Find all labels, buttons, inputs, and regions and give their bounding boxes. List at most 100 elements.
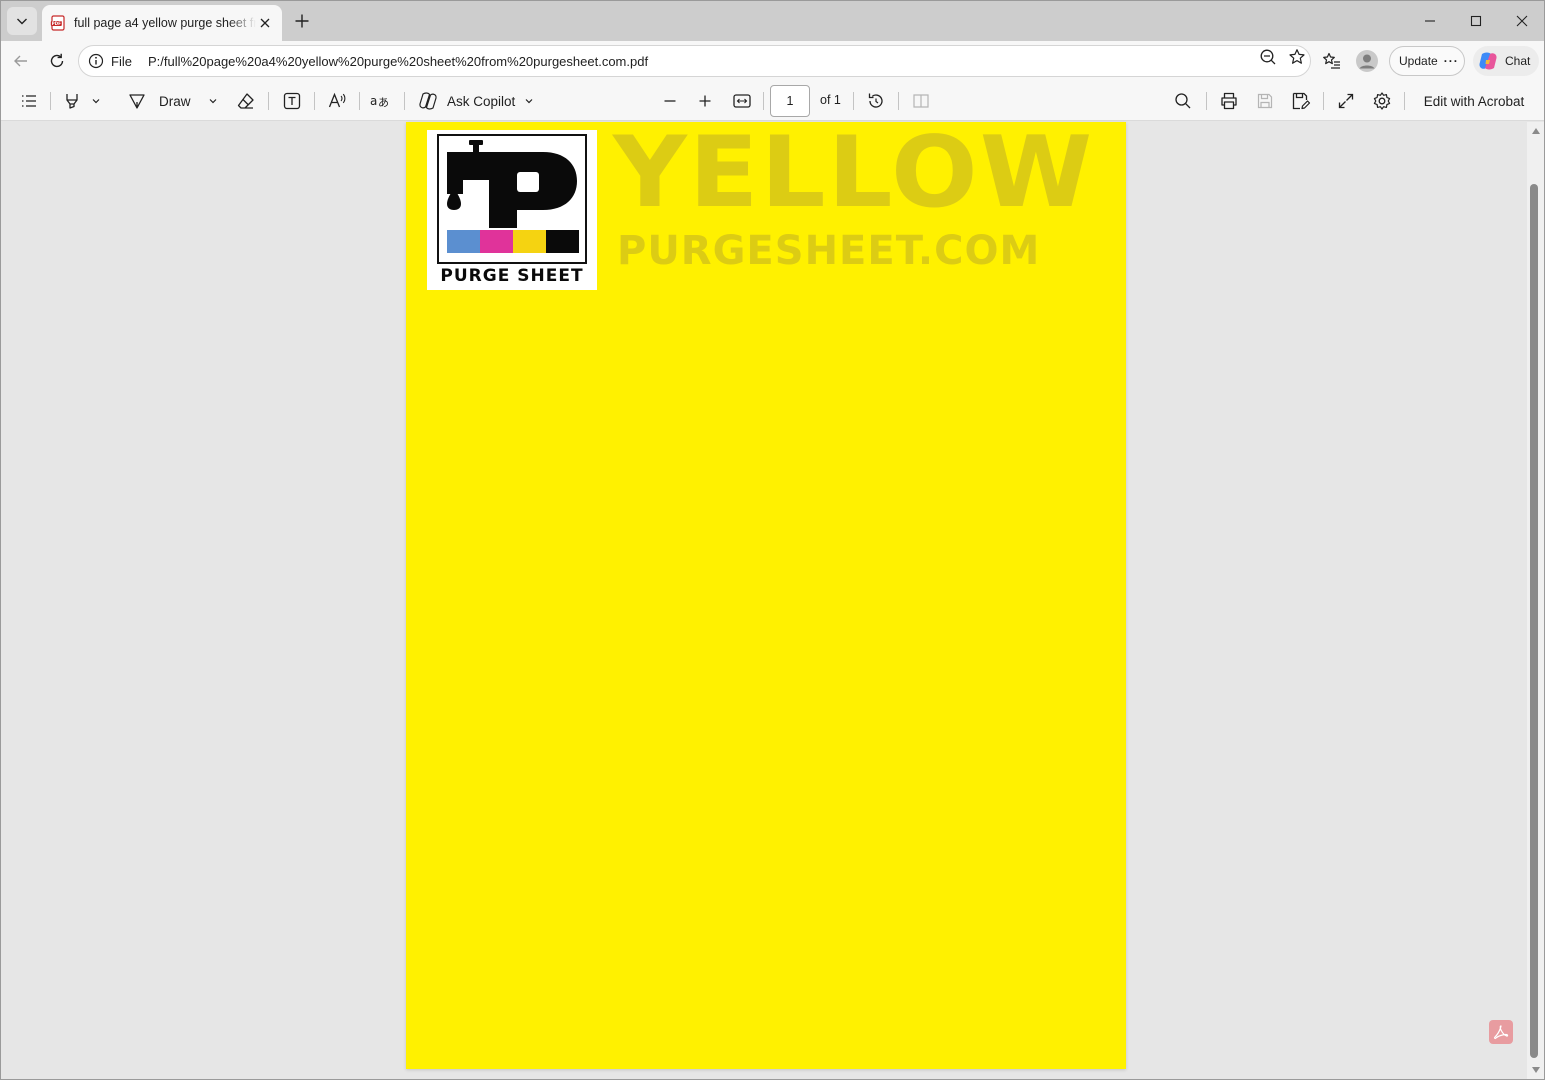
printer-icon	[1221, 92, 1237, 110]
translate-icon: aあ	[370, 94, 389, 109]
faucet-p-logo-icon	[447, 140, 579, 253]
navigation-bar: File P:/full%20page%20a4%20yellow%20purg…	[1, 41, 1544, 81]
plus-icon	[295, 14, 309, 28]
scrollbar-thumb[interactable]	[1530, 184, 1538, 1058]
zoom-out-button[interactable]	[658, 89, 682, 113]
scroll-down-button[interactable]	[1527, 1063, 1544, 1077]
expand-icon	[1338, 93, 1354, 109]
refresh-button[interactable]	[43, 47, 71, 75]
update-button[interactable]: Update ···	[1389, 46, 1465, 76]
page-view-button	[909, 89, 933, 113]
url-scheme: File	[111, 53, 132, 69]
print-button[interactable]	[1217, 89, 1241, 113]
maximize-button[interactable]	[1453, 7, 1499, 35]
save-button	[1253, 89, 1277, 113]
translate-button[interactable]: aあ	[369, 89, 393, 113]
toolbar-separator	[1323, 92, 1324, 110]
url-text[interactable]: P:/full%20page%20a4%20yellow%20purge%20s…	[148, 54, 648, 69]
ask-copilot-button[interactable]: Ask Copilot	[417, 89, 541, 113]
find-button[interactable]	[1171, 89, 1195, 113]
star-icon	[1289, 49, 1305, 64]
svg-text:PDF: PDF	[52, 21, 62, 26]
favorites-list-icon	[1323, 52, 1340, 69]
full-screen-button[interactable]	[1334, 89, 1358, 113]
erase-button[interactable]	[234, 89, 258, 113]
logo-text: PURGE SHEET	[440, 266, 584, 286]
minimize-icon	[1425, 20, 1435, 22]
purge-sheet-logo: PURGE SHEET	[427, 130, 597, 290]
fit-to-width-button[interactable]	[729, 89, 755, 113]
zoom-out-indicator[interactable]	[1255, 47, 1281, 67]
draw-button[interactable]: Draw	[127, 89, 223, 113]
edit-with-acrobat-button[interactable]: Edit with Acrobat	[1415, 89, 1533, 113]
toolbar-separator	[1404, 92, 1405, 110]
vertical-scrollbar[interactable]	[1527, 122, 1544, 1079]
copilot-chat-button[interactable]: Chat	[1473, 46, 1539, 76]
chevron-down-icon	[209, 99, 216, 104]
swatch-black	[546, 230, 579, 253]
chat-label: Chat	[1505, 54, 1531, 68]
triangle-down-icon	[1532, 1067, 1540, 1073]
new-tab-button[interactable]	[289, 9, 315, 33]
copilot-outline-icon	[419, 92, 437, 110]
read-aloud-icon	[328, 92, 346, 108]
page-number-input[interactable]: 1	[770, 85, 810, 117]
chevron-down-icon	[92, 99, 100, 104]
two-page-view-icon	[913, 94, 929, 108]
toolbar-separator	[268, 92, 269, 110]
refresh-icon	[50, 53, 64, 68]
read-aloud-button[interactable]	[325, 89, 349, 113]
toolbar-separator	[50, 92, 51, 110]
toolbar-separator	[404, 92, 405, 110]
contents-button[interactable]	[17, 89, 41, 113]
minimize-button[interactable]	[1407, 7, 1453, 35]
scroll-up-button[interactable]	[1527, 124, 1544, 138]
swatch-cyan	[447, 230, 480, 253]
add-text-button[interactable]	[280, 89, 304, 113]
rotate-button[interactable]	[864, 89, 888, 113]
favorites-button[interactable]	[1318, 47, 1346, 75]
table-of-contents-icon	[22, 95, 36, 107]
more-icon: ···	[1443, 54, 1459, 68]
draw-label: Draw	[159, 93, 191, 109]
tab-close-button[interactable]	[256, 14, 274, 32]
pdf-toolbar: Draw aあ Ask Copilot 1 of 1 Edit with Acr…	[1, 81, 1544, 121]
chevron-down-icon	[17, 18, 27, 25]
acrobat-button[interactable]	[1489, 1020, 1513, 1044]
save-icon	[1257, 93, 1273, 109]
gear-icon	[1373, 92, 1391, 110]
swatch-yellow	[513, 230, 546, 253]
toolbar-separator	[314, 92, 315, 110]
maximize-icon	[1470, 15, 1482, 27]
add-favorite-button[interactable]	[1284, 47, 1310, 67]
triangle-up-icon	[1532, 128, 1540, 134]
pdf-viewer[interactable]: PURGE SHEET YELLOW PURGESHEET.COM	[1, 122, 1527, 1079]
update-label: Update	[1399, 54, 1438, 68]
tab-active[interactable]: PDF full page a4 yellow purge sheet from…	[42, 5, 282, 41]
zoom-in-button[interactable]	[693, 89, 717, 113]
close-icon	[1516, 15, 1528, 27]
fit-width-icon	[733, 94, 751, 108]
toolbar-separator	[898, 92, 899, 110]
watermark-title: YELLOW	[613, 122, 1095, 230]
swatch-magenta	[480, 230, 513, 253]
acrobat-icon	[1493, 1025, 1509, 1040]
ask-copilot-label: Ask Copilot	[447, 93, 516, 109]
rotate-icon	[868, 93, 883, 108]
tab-actions-menu-button[interactable]	[7, 7, 37, 35]
svg-text:a: a	[370, 94, 377, 108]
minus-icon	[664, 100, 676, 102]
pdf-page: PURGE SHEET YELLOW PURGESHEET.COM	[406, 122, 1126, 1069]
save-as-button[interactable]	[1289, 89, 1313, 113]
profile-button[interactable]	[1353, 47, 1381, 75]
zoom-out-icon	[1260, 49, 1276, 65]
highlight-button[interactable]	[59, 89, 105, 113]
save-as-icon	[1292, 92, 1311, 110]
window-close-button[interactable]	[1499, 7, 1544, 35]
edit-with-acrobat-label: Edit with Acrobat	[1423, 93, 1525, 109]
profile-icon	[1356, 50, 1378, 72]
address-bar[interactable]: File P:/full%20page%20a4%20yellow%20purg…	[78, 45, 1311, 77]
info-icon[interactable]	[87, 52, 105, 70]
back-button[interactable]	[7, 47, 35, 75]
settings-button[interactable]	[1370, 89, 1394, 113]
